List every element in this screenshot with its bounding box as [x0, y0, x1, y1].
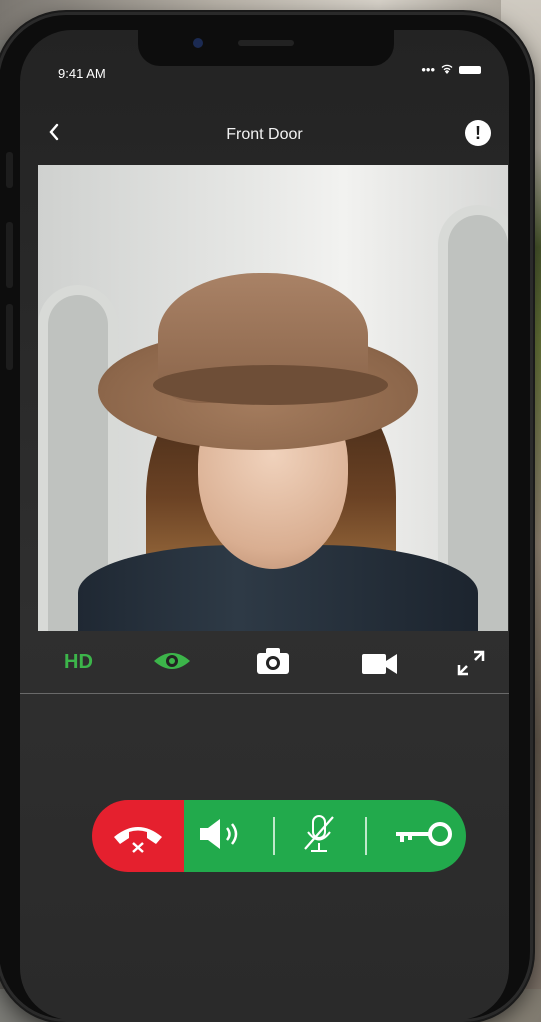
call-actions — [184, 800, 466, 872]
wifi-icon — [441, 62, 453, 77]
screen: 9:41 AM ••• Front Door ! HD — [20, 30, 509, 1020]
volume-down-button — [6, 304, 13, 370]
divider — [273, 817, 276, 855]
alert-button[interactable]: ! — [465, 120, 491, 146]
notch — [138, 30, 394, 66]
divider — [364, 817, 367, 855]
speaker-button[interactable] — [196, 816, 248, 857]
volume-up-button — [6, 222, 13, 288]
signal-icon: ••• — [421, 62, 435, 77]
phone-hangup-icon — [114, 827, 162, 853]
exclamation-icon: ! — [475, 123, 481, 143]
status-time: 9:41 AM — [58, 66, 106, 81]
hd-toggle[interactable]: HD — [64, 651, 93, 674]
speaker-icon — [200, 818, 238, 849]
unlock-button[interactable] — [392, 819, 454, 854]
phone-frame: 9:41 AM ••• Front Door ! HD — [0, 12, 533, 1022]
front-camera — [193, 38, 203, 48]
status-icons: ••• — [421, 62, 481, 77]
earpiece — [238, 40, 294, 46]
video-feed — [38, 165, 508, 631]
page-title: Front Door — [226, 126, 303, 143]
expand-icon[interactable] — [456, 649, 486, 682]
battery-icon — [459, 65, 481, 74]
hat-band — [153, 365, 388, 405]
eye-icon[interactable] — [152, 649, 192, 678]
video-camera-icon[interactable] — [362, 653, 398, 680]
mic-off-icon — [304, 814, 334, 852]
key-icon — [395, 821, 452, 846]
hangup-button[interactable] — [92, 800, 184, 872]
mute-button[interactable] — [300, 813, 340, 860]
call-controls — [92, 800, 466, 872]
video-toolbar: HD — [20, 633, 509, 694]
camera-icon[interactable] — [256, 647, 290, 680]
mute-switch — [6, 152, 13, 188]
nav-bar: Front Door ! — [20, 114, 509, 154]
